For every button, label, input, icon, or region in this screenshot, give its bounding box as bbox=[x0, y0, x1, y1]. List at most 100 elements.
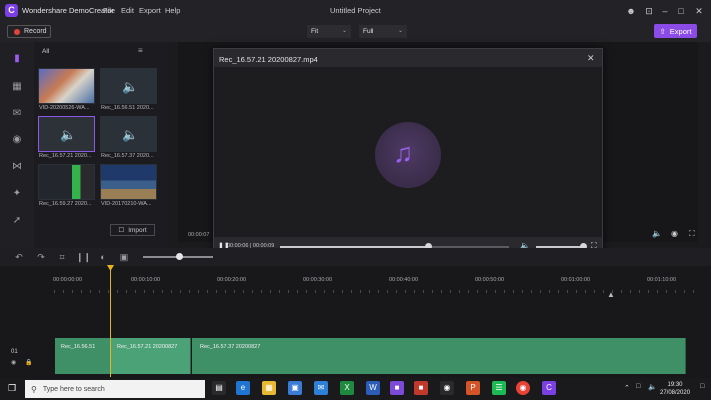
menu-file[interactable]: File bbox=[103, 6, 115, 15]
network-icon[interactable]: □ bbox=[636, 383, 640, 390]
taskbar-search[interactable]: ⚲ Type here to search bbox=[25, 380, 205, 398]
media-thumb[interactable]: 🔈 bbox=[100, 116, 157, 152]
timeline-clip[interactable]: Rec_16.56.51 bbox=[55, 338, 111, 374]
timeline-clip-selected[interactable]: Rec_16.57.21 20200827 bbox=[111, 338, 191, 374]
crop-icon[interactable]: ⌗ bbox=[56, 251, 68, 263]
file-explorer-icon[interactable]: ▦ bbox=[262, 381, 276, 395]
media-thumb-selected[interactable]: 🔈 bbox=[38, 116, 95, 152]
media-thumb-label: Rec_16.56.51 2020... bbox=[101, 105, 154, 111]
calendar-icon[interactable]: ▦ bbox=[10, 80, 24, 94]
quality-dropdown[interactable]: Full ⌄ bbox=[359, 25, 407, 38]
lock-marker-icon[interactable]: ▲ bbox=[607, 290, 615, 299]
clip-label: Rec_16.57.37 20200827 bbox=[200, 344, 261, 350]
zoom-handle[interactable] bbox=[176, 253, 183, 260]
media-filter-value: All bbox=[42, 48, 50, 55]
chrome-icon[interactable]: ◉ bbox=[516, 381, 530, 395]
ruler-label: 00:00:20:00 bbox=[217, 277, 247, 283]
export-label: Export bbox=[669, 26, 692, 36]
import-button[interactable]: ☐ Import bbox=[110, 224, 155, 236]
timeline-clip[interactable]: Rec_16.57.37 20200827 bbox=[192, 338, 686, 374]
undo-icon[interactable]: ↶ bbox=[13, 251, 25, 263]
effects-icon[interactable]: ✦ bbox=[10, 187, 24, 201]
dialog-title: Rec_16.57.21 20200827.mp4 bbox=[219, 55, 318, 64]
export-button[interactable]: ⇧ Export bbox=[654, 24, 697, 38]
export-icon: ⇧ bbox=[659, 26, 666, 36]
menu-edit[interactable]: Edit bbox=[121, 6, 134, 15]
caption-icon[interactable]: ▣ bbox=[118, 251, 130, 263]
search-placeholder: Type here to search bbox=[42, 385, 105, 393]
speaker-icon: 🔈 bbox=[122, 79, 139, 94]
cart-icon[interactable]: ⊡ bbox=[642, 4, 656, 18]
spotify-icon[interactable]: ☰ bbox=[492, 381, 506, 395]
camera-app-icon[interactable]: ◉ bbox=[440, 381, 454, 395]
ruler-ticks bbox=[54, 290, 694, 293]
menu-export[interactable]: Export bbox=[139, 6, 161, 15]
record-button[interactable]: Record bbox=[7, 25, 51, 38]
media-thumb[interactable] bbox=[100, 164, 157, 200]
ruler-label: 00:00:00:00 bbox=[53, 277, 83, 283]
clock-time: 19:30 bbox=[667, 382, 683, 388]
fit-dropdown[interactable]: Fit ⌄ bbox=[307, 25, 351, 38]
app-logo: C bbox=[5, 4, 18, 17]
media-thumb[interactable] bbox=[38, 164, 95, 200]
powerpoint-icon[interactable]: P bbox=[466, 381, 480, 395]
minimize-icon[interactable]: – bbox=[658, 4, 672, 18]
chevron-down-icon: ⌄ bbox=[397, 28, 403, 34]
fit-value: Fit bbox=[311, 28, 319, 35]
sort-icon[interactable]: ≡ bbox=[138, 46, 143, 55]
close-icon[interactable]: ✕ bbox=[587, 53, 595, 64]
media-thumb-label: Rec_16.59.27 2020... bbox=[39, 201, 92, 207]
taskbar-clock[interactable]: 19:30 27/08/2020 bbox=[660, 381, 690, 397]
democreator-icon[interactable]: C bbox=[542, 381, 556, 395]
clip-label: Rec_16.57.21 20200827 bbox=[117, 344, 178, 350]
store-icon[interactable]: ▣ bbox=[288, 381, 302, 395]
app-icon[interactable]: ■ bbox=[390, 381, 404, 395]
word-icon[interactable]: W bbox=[366, 381, 380, 395]
marker-icon[interactable]: ◐ bbox=[97, 251, 109, 263]
transition-icon[interactable]: ⋈ bbox=[10, 160, 24, 174]
ruler-label: 00:00:10:00 bbox=[131, 277, 161, 283]
music-note-icon: ♫ bbox=[393, 138, 414, 168]
record-dot-icon bbox=[14, 28, 20, 35]
sticker-icon[interactable]: ◉ bbox=[10, 133, 24, 147]
folder-icon[interactable]: ▮ bbox=[10, 52, 24, 66]
media-thumb[interactable] bbox=[38, 68, 95, 104]
ruler-label: 00:00:30:00 bbox=[303, 277, 333, 283]
fullscreen-icon[interactable]: ⛶ bbox=[689, 229, 695, 239]
playhead[interactable] bbox=[110, 267, 111, 377]
ruler-label: 00:00:40:00 bbox=[389, 277, 419, 283]
close-icon[interactable]: ✕ bbox=[692, 4, 706, 18]
media-thumb-label: VID-20200526-WA... bbox=[39, 105, 90, 111]
account-icon[interactable]: ☻ bbox=[624, 4, 638, 18]
notifications-icon[interactable]: □ bbox=[700, 383, 704, 390]
speaker-icon: 🔈 bbox=[60, 127, 77, 142]
eye-icon[interactable]: ◉ bbox=[11, 359, 16, 366]
menu-help[interactable]: Help bbox=[165, 6, 180, 15]
volume-icon[interactable]: 🔈 bbox=[652, 229, 662, 238]
record-label: Record bbox=[24, 28, 47, 35]
speaker-icon[interactable]: 🔈 bbox=[648, 383, 657, 391]
cursor-icon[interactable]: ➚ bbox=[10, 214, 24, 228]
maximize-icon[interactable]: □ bbox=[674, 4, 688, 18]
window-title: Untitled Project bbox=[330, 6, 381, 15]
split-icon[interactable]: ❙❙ bbox=[76, 251, 91, 263]
clip-label: Rec_16.56.51 bbox=[61, 344, 96, 350]
task-view-icon[interactable]: ▤ bbox=[212, 381, 226, 395]
mail-icon[interactable]: ✉ bbox=[314, 381, 328, 395]
redo-icon[interactable]: ↷ bbox=[35, 251, 47, 263]
camera-icon[interactable]: ◉ bbox=[671, 229, 678, 238]
app-icon[interactable]: ■ bbox=[414, 381, 428, 395]
import-icon: ☐ bbox=[118, 227, 125, 234]
speaker-icon: 🔈 bbox=[122, 127, 139, 142]
tray-up-icon[interactable]: ⌃ bbox=[624, 384, 630, 392]
ruler-label: 00:01:00:00 bbox=[561, 277, 591, 283]
media-thumb[interactable]: 🔈 bbox=[100, 68, 157, 104]
lock-icon[interactable]: 🔒 bbox=[25, 359, 32, 366]
caption-icon[interactable]: ✉ bbox=[10, 107, 24, 121]
media-filter-dropdown[interactable]: All bbox=[42, 48, 49, 55]
edge-icon[interactable]: e bbox=[236, 381, 250, 395]
media-thumb-label: Rec_16.57.21 2020... bbox=[39, 153, 92, 159]
excel-icon[interactable]: X bbox=[340, 381, 354, 395]
windows-start-icon[interactable]: ❒ bbox=[8, 383, 16, 394]
preview-time: 00:00:07 bbox=[188, 232, 210, 238]
